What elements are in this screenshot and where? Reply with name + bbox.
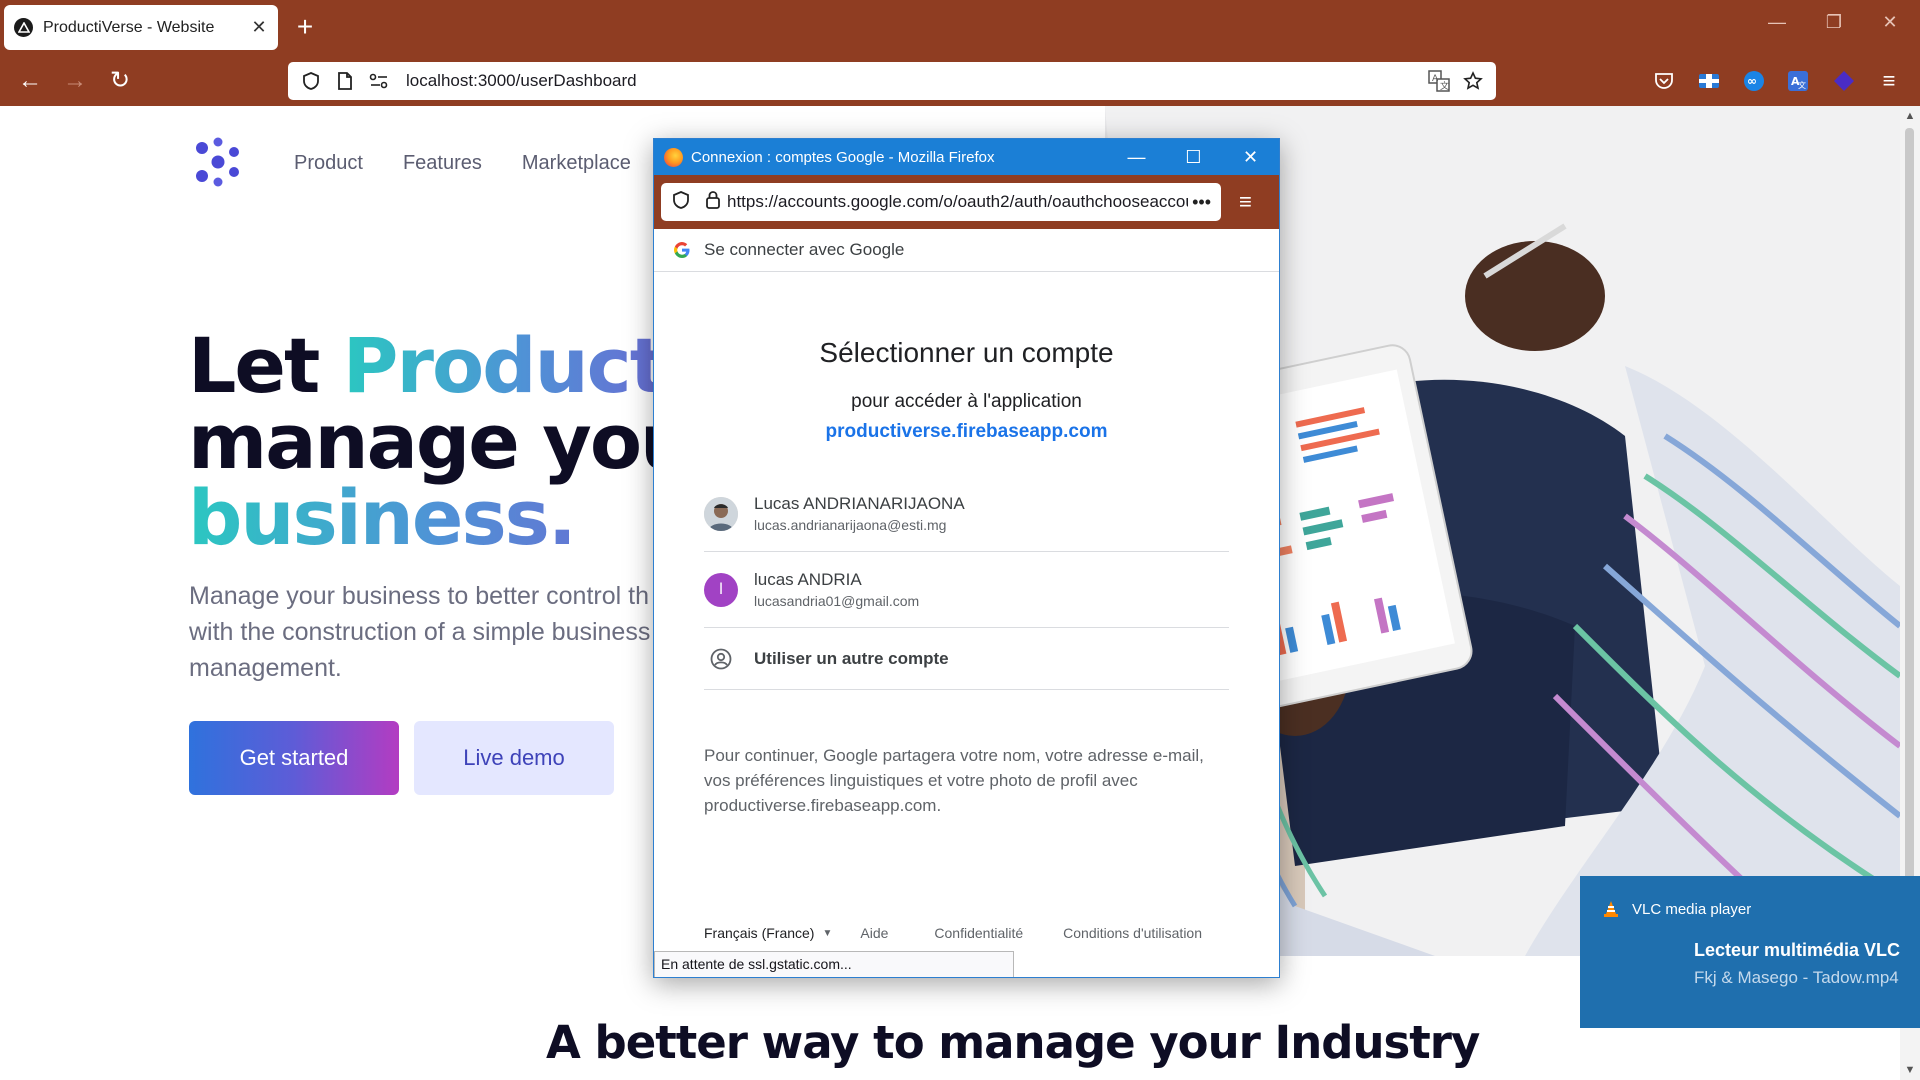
vlc-subtitle: Fkj & Masego - Tadow.mp4 [1694,968,1899,987]
forward-icon[interactable]: → [60,66,90,96]
account-avatar-photo [704,496,738,531]
get-started-button[interactable]: Get started [189,721,399,795]
popup-menu-icon[interactable]: ≡ [1239,189,1252,215]
url-text[interactable]: localhost:3000/userDashboard [406,71,1428,91]
section-title: A better way to manage your Industry [546,1016,1480,1069]
help-link[interactable]: Aide [860,925,888,941]
popup-url-bar[interactable]: https://accounts.google.com/o/oauth2/aut… [661,183,1221,221]
app-link[interactable]: productiverse.firebaseapp.com [654,421,1279,443]
lock-icon[interactable] [705,190,721,215]
live-demo-button[interactable]: Live demo [414,721,614,795]
google-header: Se connecter avec Google [654,229,1279,272]
permissions-icon[interactable] [368,70,390,92]
privacy-notice: Pour continuer, Google partagera votre n… [704,746,1204,815]
account-name: lucas ANDRIA [754,570,862,589]
popup-shield-icon[interactable] [671,190,691,215]
chevron-down-icon[interactable]: ▼ [822,928,832,939]
vlc-app-name: VLC media player [1632,900,1752,918]
google-g-icon [674,242,690,258]
vlc-cone-icon [1604,901,1618,917]
popup-url-text[interactable]: https://accounts.google.com/o/oauth2/aut… [727,192,1188,212]
google-bar-text: Se connecter avec Google [704,240,905,259]
translate-icon[interactable]: A文 [1428,70,1450,92]
page-icon[interactable] [334,70,356,92]
tab-bar: ProductiVerse - Website ✕ + — ❐ ✕ [0,0,1920,56]
reload-icon[interactable]: ↻ [105,66,135,96]
select-account-title: Sélectionner un compte [819,337,1114,368]
vlc-notification[interactable]: VLC media player Lecteur multimédia VLC … [1580,876,1920,1028]
url-bar[interactable]: localhost:3000/userDashboard A文 [288,62,1496,100]
scroll-down-icon[interactable]: ▼ [1900,1060,1920,1080]
extension-puzzle-icon[interactable] [1696,68,1722,94]
site-favicon-icon [14,18,33,37]
language-select[interactable]: Français (France) [704,925,814,941]
new-tab-button[interactable]: + [290,10,320,44]
scroll-thumb[interactable] [1905,128,1914,918]
navigation-bar: ← → ↻ localhost:3000/userDashboard A文 ∞ … [0,56,1920,106]
svg-text:文: 文 [1798,80,1806,90]
nav-marketplace[interactable]: Marketplace [522,152,631,175]
productiverse-logo-icon[interactable] [190,134,246,190]
extension-translate-icon[interactable]: A文 [1785,68,1811,94]
minimize-icon[interactable]: — [1762,12,1792,33]
terms-link[interactable]: Conditions d'utilisation [1063,925,1202,941]
back-icon[interactable]: ← [15,66,45,96]
nav-features[interactable]: Features [403,152,482,175]
vlc-title: Lecteur multimédia VLC [1694,940,1901,960]
close-tab-icon[interactable]: ✕ [250,17,268,38]
account-avatar-letter: l [704,572,738,607]
pocket-icon[interactable] [1651,68,1677,94]
bookmark-star-icon[interactable] [1462,70,1484,92]
use-another-account-label: Utiliser un autre compte [754,648,949,668]
close-window-icon[interactable]: ✕ [1875,12,1905,33]
hero-subtext: Manage your business to better control t… [189,582,651,682]
account-email: lucas.andrianarijaona@esti.mg [754,517,947,533]
tab-title: ProductiVerse - Website [43,18,215,36]
account-name: Lucas ANDRIANARIJAONA [754,494,965,513]
tab-productiverse[interactable]: ProductiVerse - Website ✕ [4,5,278,50]
site-nav: Product Features Marketplace [294,152,631,175]
restore-icon[interactable]: ❐ [1819,12,1849,33]
svg-text:文: 文 [1440,80,1449,92]
account-row-1[interactable]: Lucas ANDRIANARIJAONA lucas.andrianarija… [704,476,1229,552]
popup-minimize-icon[interactable]: — [1108,147,1165,168]
popup-nav-bar: https://accounts.google.com/o/oauth2/aut… [654,175,1279,229]
nav-product[interactable]: Product [294,152,363,175]
google-footer: Français (France) ▼ Aide Confidentialité… [704,925,1229,941]
extension-diamond-icon[interactable] [1831,68,1857,94]
select-account-subtitle: pour accéder à l'application [851,391,1082,412]
privacy-link[interactable]: Confidentialité [934,925,1023,941]
firefox-icon [664,147,683,167]
vlc-app-row: VLC media player [1602,900,1751,918]
scroll-up-icon[interactable]: ▲ [1900,106,1920,126]
account-row-2[interactable]: l lucas ANDRIA lucasandria01@gmail.com [704,552,1229,628]
account-email: lucasandria01@gmail.com [754,593,920,609]
use-another-account-button[interactable]: Utiliser un autre compte [704,628,1229,690]
svg-text:A: A [1432,74,1439,84]
account-circle-icon [704,642,738,676]
page-actions-icon[interactable]: ••• [1192,192,1211,213]
google-signin-popup: Connexion : comptes Google - Mozilla Fir… [653,138,1280,978]
extension-infinity-icon[interactable]: ∞ [1741,68,1767,94]
popup-titlebar[interactable]: Connexion : comptes Google - Mozilla Fir… [654,139,1279,175]
app-menu-icon[interactable]: ≡ [1876,68,1902,94]
shield-icon[interactable] [300,70,322,92]
popup-maximize-icon[interactable]: ☐ [1165,147,1222,168]
svg-text:∞: ∞ [1747,74,1757,88]
popup-window-title: Connexion : comptes Google - Mozilla Fir… [691,148,995,166]
popup-status-bar: En attente de ssl.gstatic.com... [654,951,1014,977]
popup-close-icon[interactable]: ✕ [1222,147,1279,168]
